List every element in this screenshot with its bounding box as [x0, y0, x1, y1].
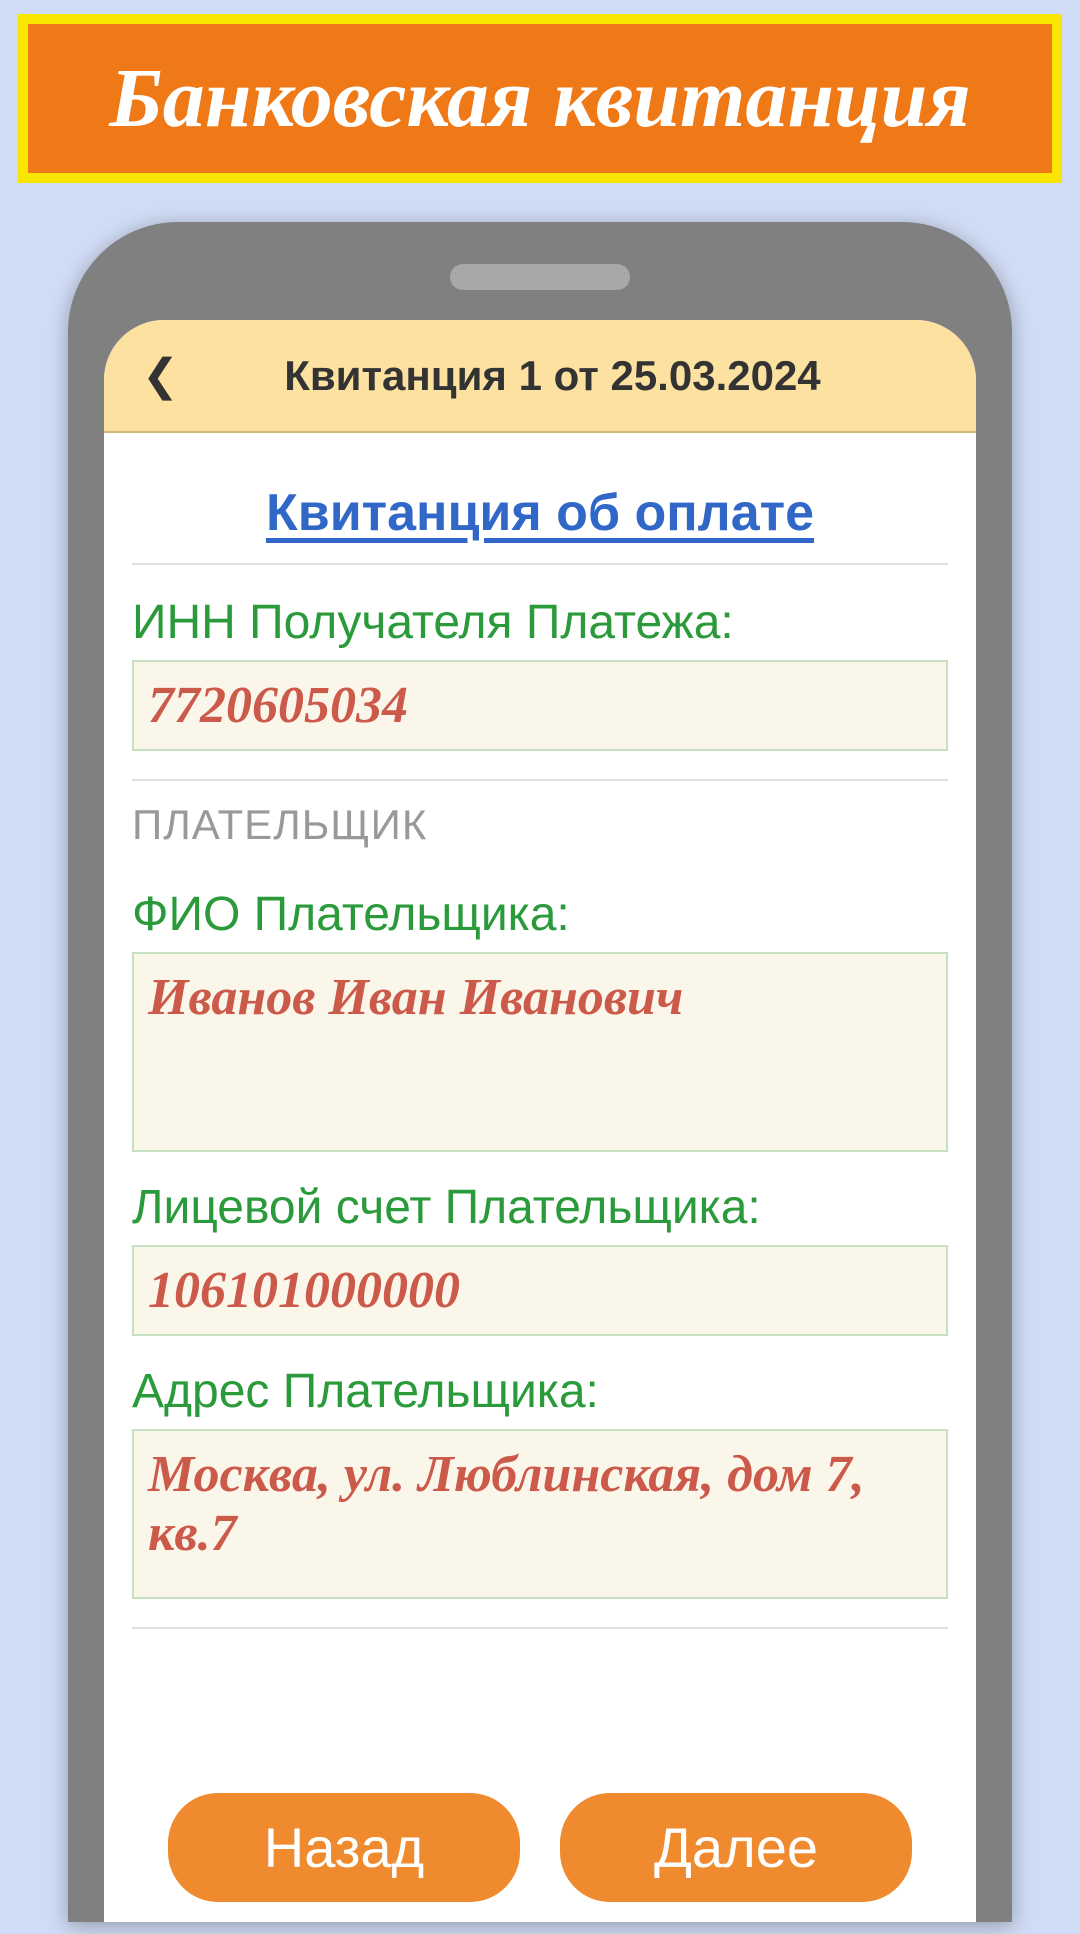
fio-input[interactable]: Иванов Иван Иванович — [132, 952, 948, 1152]
inn-input[interactable]: 7720605034 — [132, 660, 948, 751]
back-button[interactable]: Назад — [168, 1793, 520, 1902]
phone-mockup-frame: ❮ Квитанция 1 от 25.03.2024 Квитанция об… — [68, 222, 1012, 1922]
phone-speaker-icon — [450, 264, 630, 290]
chevron-left-icon[interactable]: ❮ — [124, 350, 179, 401]
next-button[interactable]: Далее — [560, 1793, 912, 1902]
form-content: Квитанция об оплате ИНН Получателя Плате… — [104, 433, 976, 1629]
fio-label: ФИО Плательщика: — [132, 887, 948, 942]
payer-section-header: ПЛАТЕЛЬЩИК — [132, 779, 948, 887]
page-title[interactable]: Квитанция об оплате — [266, 484, 814, 542]
app-banner: Банковская квитанция — [18, 14, 1062, 183]
address-input[interactable]: Москва, ул. Люблинская, дом 7, кв.7 — [132, 1429, 948, 1599]
phone-screen: ❮ Квитанция 1 от 25.03.2024 Квитанция об… — [104, 320, 976, 1922]
divider — [132, 1627, 948, 1629]
page-title-container: Квитанция об оплате — [132, 433, 948, 565]
inn-label: ИНН Получателя Платежа: — [132, 595, 948, 650]
account-input[interactable]: 106101000000 — [132, 1245, 948, 1336]
address-label: Адрес Плательщика: — [132, 1364, 948, 1419]
app-header: ❮ Квитанция 1 от 25.03.2024 — [104, 320, 976, 433]
banner-title: Банковская квитанция — [28, 50, 1052, 147]
account-label: Лицевой счет Плательщика: — [132, 1180, 948, 1235]
navigation-buttons: Назад Далее — [140, 1783, 940, 1922]
header-title: Квитанция 1 от 25.03.2024 — [209, 352, 956, 400]
